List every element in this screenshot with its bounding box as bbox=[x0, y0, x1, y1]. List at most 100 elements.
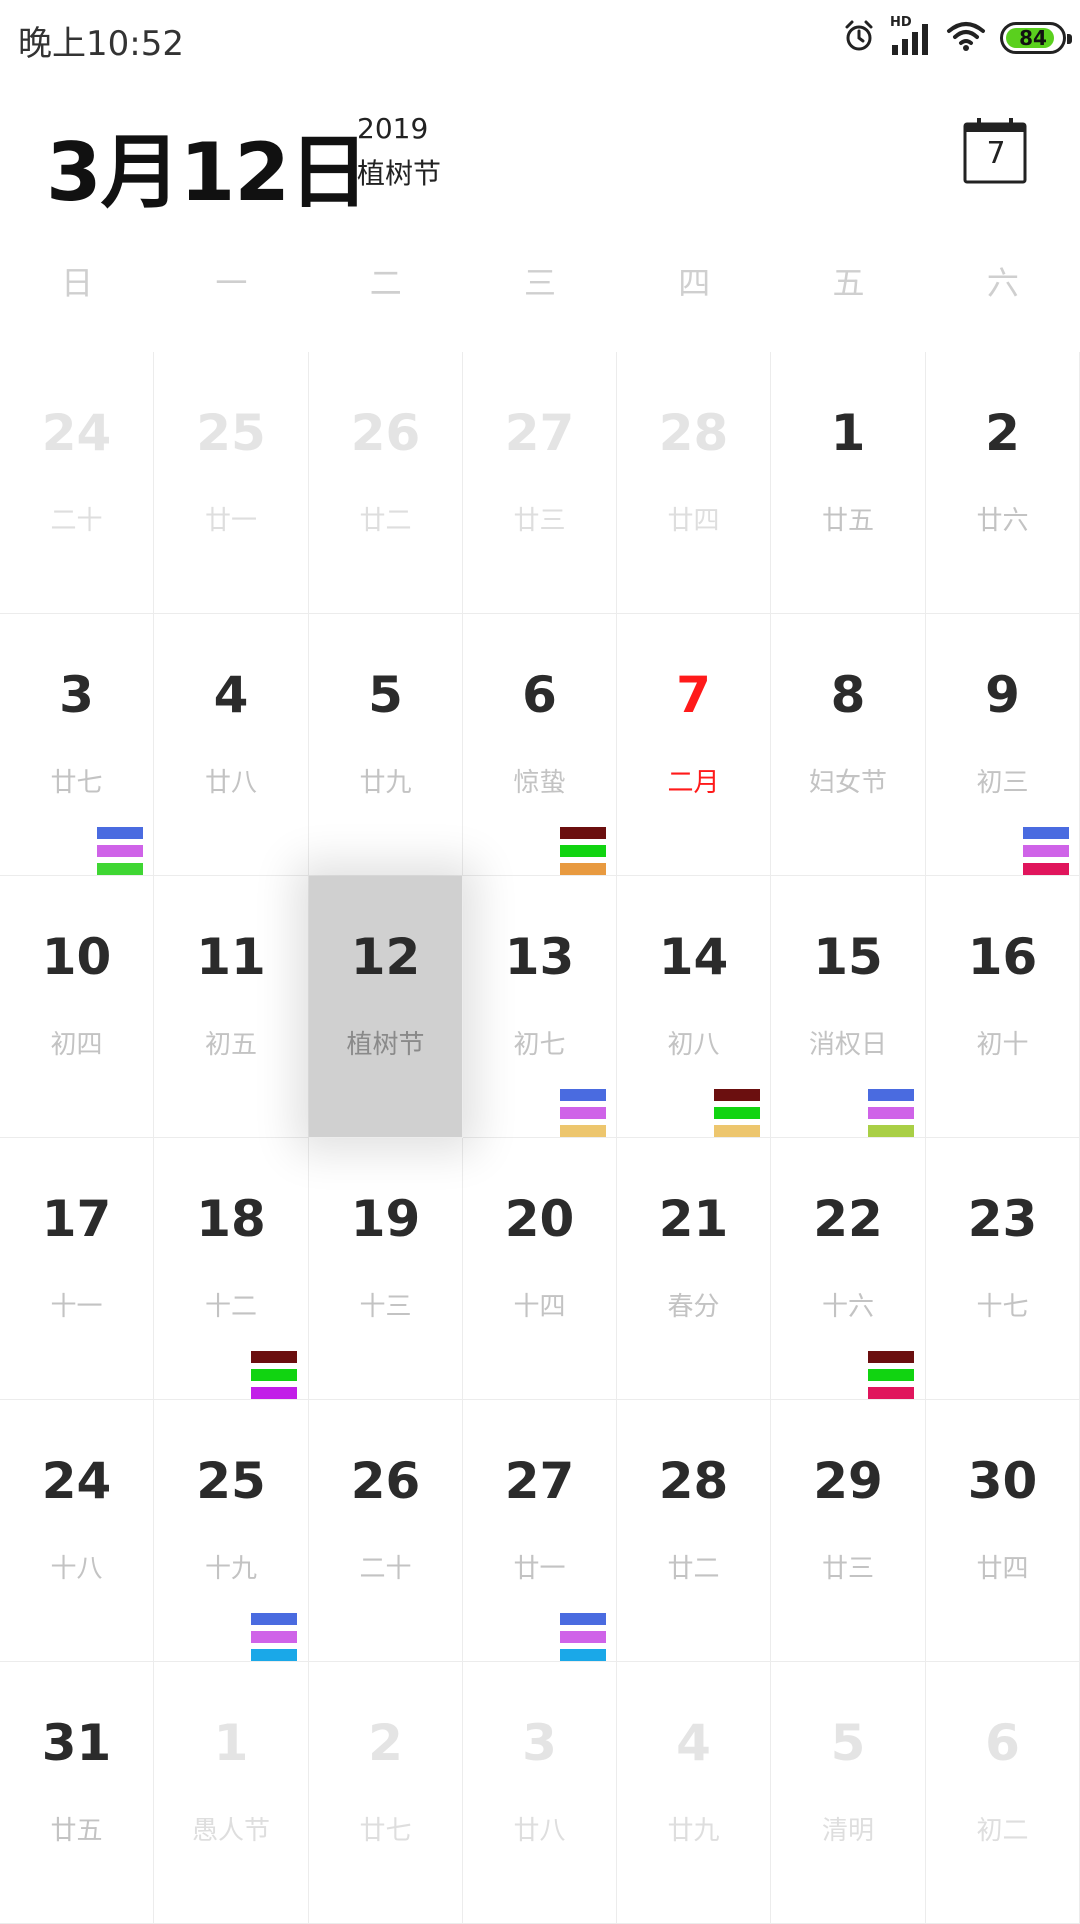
day-number: 30 bbox=[967, 1452, 1038, 1510]
event-bar bbox=[560, 845, 606, 857]
event-bar bbox=[560, 1649, 606, 1661]
event-bar bbox=[868, 1125, 914, 1137]
calendar-day-cell[interactable]: 24 十八 bbox=[0, 1400, 154, 1662]
day-number: 26 bbox=[350, 404, 421, 462]
calendar-day-cell[interactable]: 28 廿二 bbox=[617, 1400, 771, 1662]
calendar-day-cell[interactable]: 4 廿八 bbox=[154, 614, 309, 876]
calendar-day-cell[interactable]: 26 廿二 bbox=[309, 352, 463, 614]
day-number: 7 bbox=[676, 666, 711, 724]
lunar-label: 清明 bbox=[821, 1816, 874, 1846]
calendar-day-cell[interactable]: 1 愚人节 bbox=[154, 1662, 309, 1924]
event-indicator bbox=[251, 1351, 297, 1401]
calendar-header: 3月12日 2019 植树节 7 bbox=[0, 90, 1080, 230]
calendar-day-cell[interactable]: 27 廿三 bbox=[463, 352, 617, 614]
calendar-day-cell[interactable]: 25 廿一 bbox=[154, 352, 309, 614]
calendar-day-cell[interactable]: 30 廿四 bbox=[926, 1400, 1080, 1662]
lunar-label: 初五 bbox=[204, 1030, 257, 1060]
event-bar bbox=[868, 1089, 914, 1101]
day-number: 26 bbox=[350, 1452, 421, 1510]
lunar-label: 植树节 bbox=[346, 1030, 425, 1060]
calendar-day-cell[interactable]: 20 十四 bbox=[463, 1138, 617, 1400]
lunar-label: 愚人节 bbox=[191, 1816, 270, 1846]
calendar-day-cell[interactable]: 12 植树节 bbox=[309, 876, 463, 1138]
calendar-day-cell[interactable]: 5 清明 bbox=[771, 1662, 926, 1924]
calendar-day-cell[interactable]: 24 二十 bbox=[0, 352, 154, 614]
event-bar bbox=[868, 1369, 914, 1381]
day-number: 6 bbox=[522, 666, 557, 724]
lunar-label: 廿一 bbox=[513, 1554, 566, 1584]
day-number: 1 bbox=[213, 1714, 249, 1772]
calendar-day-cell[interactable]: 6 初二 bbox=[926, 1662, 1080, 1924]
calendar-day-cell[interactable]: 29 廿三 bbox=[771, 1400, 926, 1662]
event-indicator bbox=[560, 1613, 606, 1663]
lunar-label: 初四 bbox=[50, 1030, 103, 1060]
status-icons: HD 84 bbox=[842, 12, 1072, 64]
calendar-day-cell[interactable]: 5 廿九 bbox=[309, 614, 463, 876]
event-indicator bbox=[868, 1351, 914, 1401]
event-bar bbox=[560, 1631, 606, 1643]
today-button-day: 7 bbox=[986, 136, 1006, 171]
day-number: 29 bbox=[813, 1452, 883, 1510]
calendar-day-cell[interactable]: 3 廿八 bbox=[463, 1662, 617, 1924]
calendar-day-cell[interactable]: 4 廿九 bbox=[617, 1662, 771, 1924]
selected-year: 2019 bbox=[357, 112, 429, 145]
lunar-label: 十二 bbox=[204, 1292, 257, 1322]
event-bar bbox=[560, 1107, 606, 1119]
calendar-day-cell[interactable]: 3 廿七 bbox=[0, 614, 154, 876]
weekday-fri: 五 bbox=[832, 264, 865, 302]
wifi-icon bbox=[946, 19, 986, 57]
day-number: 9 bbox=[985, 666, 1020, 724]
calendar-day-cell[interactable]: 13 初七 bbox=[463, 876, 617, 1138]
day-number: 17 bbox=[41, 1190, 112, 1248]
calendar-day-cell[interactable]: 28 廿四 bbox=[617, 352, 771, 614]
calendar-day-cell[interactable]: 10 初四 bbox=[0, 876, 154, 1138]
calendar-day-cell[interactable]: 1 廿五 bbox=[771, 352, 926, 614]
calendar-day-cell[interactable]: 8 妇女节 bbox=[771, 614, 926, 876]
event-bar bbox=[251, 1387, 297, 1399]
calendar-day-cell[interactable]: 11 初五 bbox=[154, 876, 309, 1138]
calendar-day-cell[interactable]: 2 廿六 bbox=[926, 352, 1080, 614]
day-number: 4 bbox=[213, 666, 249, 724]
lunar-label: 二月 bbox=[667, 768, 720, 798]
lunar-label: 廿九 bbox=[667, 1816, 720, 1846]
calendar-day-cell[interactable]: 26 二十 bbox=[309, 1400, 463, 1662]
calendar-day-cell[interactable]: 14 初八 bbox=[617, 876, 771, 1138]
day-number: 21 bbox=[658, 1190, 729, 1248]
calendar-day-cell[interactable]: 22 十六 bbox=[771, 1138, 926, 1400]
calendar-day-cell[interactable]: 15 消权日 bbox=[771, 876, 926, 1138]
lunar-label: 初三 bbox=[976, 768, 1029, 798]
calendar-day-cell[interactable]: 31 廿五 bbox=[0, 1662, 154, 1924]
selected-festival: 植树节 bbox=[357, 157, 442, 190]
calendar-day-cell[interactable]: 2 廿七 bbox=[309, 1662, 463, 1924]
calendar-day-cell[interactable]: 23 十七 bbox=[926, 1138, 1080, 1400]
event-bar bbox=[868, 1387, 914, 1399]
event-bar bbox=[1023, 845, 1069, 857]
event-indicator bbox=[868, 1089, 914, 1139]
battery-tip bbox=[1067, 34, 1072, 44]
lunar-label: 廿六 bbox=[976, 506, 1029, 536]
calendar-day-cell[interactable]: 19 十三 bbox=[309, 1138, 463, 1400]
day-number: 25 bbox=[196, 1452, 266, 1510]
calendar-grid: 24 二十 25 廿一 26 廿二 27 廿三 28 廿四 1 廿五 2 廿六 3 廿七 4 廿八 5 廿九 6 惊蛰 7 二… bbox=[0, 352, 1080, 1924]
calendar-day-cell[interactable]: 6 惊蛰 bbox=[463, 614, 617, 876]
calendar-day-cell[interactable]: 18 十二 bbox=[154, 1138, 309, 1400]
weekday-mon: 一 bbox=[215, 264, 248, 302]
lunar-label: 惊蛰 bbox=[513, 768, 566, 798]
today-button[interactable]: 7 bbox=[962, 116, 1030, 184]
calendar-day-cell[interactable]: 9 初三 bbox=[926, 614, 1080, 876]
day-number: 25 bbox=[196, 404, 266, 462]
event-indicator bbox=[97, 827, 143, 877]
calendar-day-cell[interactable]: 17 十一 bbox=[0, 1138, 154, 1400]
event-bar bbox=[97, 827, 143, 839]
event-bar bbox=[97, 863, 143, 875]
event-bar bbox=[560, 827, 606, 839]
calendar-day-cell[interactable]: 16 初十 bbox=[926, 876, 1080, 1138]
calendar-day-cell[interactable]: 7 二月 bbox=[617, 614, 771, 876]
lunar-label: 廿五 bbox=[50, 1816, 103, 1846]
day-number: 12 bbox=[350, 928, 421, 986]
calendar-day-cell[interactable]: 27 廿一 bbox=[463, 1400, 617, 1662]
calendar-day-cell[interactable]: 25 十九 bbox=[154, 1400, 309, 1662]
calendar-day-cell[interactable]: 21 春分 bbox=[617, 1138, 771, 1400]
event-bar bbox=[714, 1089, 760, 1101]
day-number: 13 bbox=[504, 928, 575, 986]
